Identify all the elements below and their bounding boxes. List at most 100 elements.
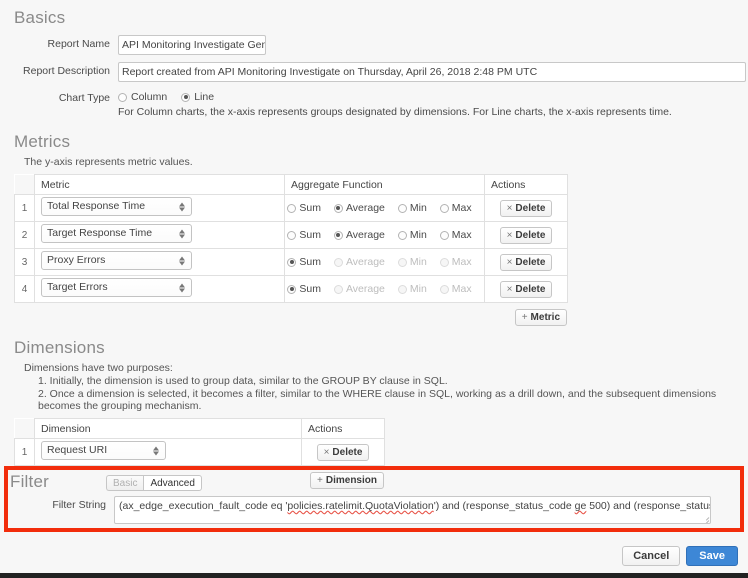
actions-cell: ×Delete bbox=[302, 439, 385, 466]
dimensions-heading: Dimensions bbox=[14, 338, 748, 358]
table-row: 1 Request URI ×Delete bbox=[15, 439, 385, 466]
metric-select-value: Total Response Time bbox=[47, 200, 145, 212]
aggregate-radio-max bbox=[440, 285, 449, 294]
plus-icon: + bbox=[522, 312, 528, 323]
report-description-label: Report Description bbox=[14, 62, 118, 77]
row-index: 1 bbox=[15, 195, 35, 222]
chart-type-radio-column[interactable] bbox=[118, 93, 127, 102]
add-metric-button[interactable]: + Metric bbox=[515, 309, 567, 326]
close-icon: × bbox=[507, 230, 513, 241]
table-row: 2Target Response TimeSumAverageMinMax×De… bbox=[15, 222, 568, 249]
report-description-row: Report Description Report created from A… bbox=[14, 62, 748, 82]
filter-text-part-1: (ax_edge_execution_fault_code eq ' bbox=[119, 500, 287, 512]
delete-metric-button[interactable]: ×Delete bbox=[500, 281, 553, 298]
row-index: 4 bbox=[15, 276, 35, 303]
aggregate-label-max[interactable]: Max bbox=[452, 229, 472, 241]
filter-mode-basic[interactable]: Basic bbox=[106, 475, 143, 491]
actions-cell: ×Delete bbox=[485, 276, 568, 303]
chart-type-label-column[interactable]: Column bbox=[131, 91, 167, 103]
chart-type-radio-group: Column Line bbox=[118, 89, 672, 103]
row-index: 1 bbox=[15, 439, 35, 466]
delete-label: Delete bbox=[515, 203, 545, 214]
report-editor-page: Basics Report Name API Monitoring Invest… bbox=[0, 0, 748, 578]
delete-metric-button[interactable]: ×Delete bbox=[500, 254, 553, 271]
chart-type-row: Chart Type Column Line For Column charts… bbox=[14, 89, 748, 118]
dimensions-body: 1 Request URI ×Delete bbox=[15, 439, 385, 466]
metrics-col-aggregate: Aggregate Function bbox=[285, 175, 485, 195]
metric-select[interactable]: Total Response Time bbox=[41, 197, 192, 216]
aggregate-cell: SumAverageMinMax bbox=[285, 276, 485, 303]
aggregate-radio-sum[interactable] bbox=[287, 258, 296, 267]
report-name-input[interactable]: API Monitoring Investigate General bbox=[118, 35, 266, 55]
dimensions-col-actions: Actions bbox=[302, 419, 385, 439]
table-row: 1 Total Response Time Sum Average Min Max ×Del… bbox=[15, 195, 568, 222]
row-index: 3 bbox=[15, 249, 35, 276]
metric-select[interactable]: Target Errors bbox=[41, 278, 192, 297]
aggregate-label-average[interactable]: Average bbox=[346, 229, 385, 241]
filter-string-textarea[interactable]: (ax_edge_execution_fault_code eq 'polici… bbox=[114, 496, 711, 524]
filter-heading: Filter bbox=[10, 472, 106, 492]
aggregate-radio-max bbox=[440, 258, 449, 267]
metric-select-value: Target Response Time bbox=[47, 227, 152, 239]
dimension-select[interactable]: Request URI bbox=[41, 441, 166, 460]
delete-metric-button[interactable]: ×Delete bbox=[500, 227, 553, 244]
aggregate-radio-min[interactable] bbox=[398, 231, 407, 240]
aggregate-radio-max[interactable] bbox=[440, 231, 449, 240]
metric-select-value: Target Errors bbox=[47, 281, 108, 293]
table-row: 4 Target Errors SumAverageMinMax ×Delete bbox=[15, 276, 568, 303]
chart-type-label: Chart Type bbox=[14, 89, 118, 104]
filter-text-misspelled-2: ge bbox=[575, 500, 587, 512]
table-row: 3 Proxy Errors SumAverageMinMax ×Delete bbox=[15, 249, 568, 276]
chart-type-radio-line[interactable] bbox=[181, 93, 190, 102]
aggregate-label-min[interactable]: Min bbox=[410, 229, 427, 241]
aggregate-label-sum[interactable]: Sum bbox=[299, 202, 321, 214]
aggregate-radio-group: SumAverageMinMax bbox=[285, 283, 484, 295]
save-button[interactable]: Save bbox=[686, 546, 738, 566]
report-description-input[interactable]: Report created from API Monitoring Inves… bbox=[118, 62, 746, 82]
aggregate-label-min: Min bbox=[410, 256, 427, 268]
chart-type-label-line[interactable]: Line bbox=[194, 91, 214, 103]
aggregate-label-max: Max bbox=[452, 283, 472, 295]
metric-cell: Target Errors bbox=[35, 276, 285, 303]
report-name-row: Report Name API Monitoring Investigate G… bbox=[14, 35, 748, 55]
aggregate-radio-sum[interactable] bbox=[287, 285, 296, 294]
metric-select[interactable]: Target Response Time bbox=[41, 224, 192, 243]
dimensions-col-dimension: Dimension bbox=[35, 419, 302, 439]
close-icon: × bbox=[507, 257, 513, 268]
aggregate-radio-max[interactable] bbox=[440, 204, 449, 213]
actions-cell: ×Delete bbox=[485, 249, 568, 276]
metrics-section: Metrics The y-axis represents metric val… bbox=[0, 118, 748, 326]
aggregate-label-min[interactable]: Min bbox=[410, 202, 427, 214]
metric-cell: Target Response Time bbox=[35, 222, 285, 249]
actions-cell: ×Delete bbox=[485, 222, 568, 249]
aggregate-radio-sum[interactable] bbox=[287, 231, 296, 240]
metric-select[interactable]: Proxy Errors bbox=[41, 251, 192, 270]
metrics-heading: Metrics bbox=[14, 132, 748, 152]
dimensions-table: Dimension Actions 1 Request URI ×Delete bbox=[14, 418, 385, 466]
aggregate-cell: SumAverageMinMax bbox=[285, 249, 485, 276]
aggregate-label-average[interactable]: Average bbox=[346, 202, 385, 214]
aggregate-label-sum[interactable]: Sum bbox=[299, 229, 321, 241]
aggregate-label-sum[interactable]: Sum bbox=[299, 256, 321, 268]
dimensions-section: Dimensions Dimensions have two purposes:… bbox=[0, 326, 748, 489]
aggregate-radio-group: SumAverageMinMax bbox=[285, 256, 484, 268]
filter-mode-advanced[interactable]: Advanced bbox=[143, 475, 201, 491]
aggregate-radio-sum[interactable] bbox=[287, 204, 296, 213]
basics-section: Basics Report Name API Monitoring Invest… bbox=[0, 0, 748, 118]
delete-dimension-button[interactable]: ×Delete bbox=[317, 444, 370, 461]
delete-label: Delete bbox=[515, 230, 545, 241]
filter-string-label: Filter String bbox=[10, 496, 114, 511]
cancel-button[interactable]: Cancel bbox=[622, 546, 680, 566]
dimensions-index-header bbox=[15, 419, 35, 439]
delete-metric-button[interactable]: ×Delete bbox=[500, 200, 553, 217]
aggregate-radio-average[interactable] bbox=[334, 231, 343, 240]
aggregate-label-max[interactable]: Max bbox=[452, 202, 472, 214]
aggregate-radio-min[interactable] bbox=[398, 204, 407, 213]
close-icon: × bbox=[507, 203, 513, 214]
close-icon: × bbox=[507, 284, 513, 295]
resize-handle-icon[interactable] bbox=[701, 514, 709, 522]
aggregate-label-sum[interactable]: Sum bbox=[299, 283, 321, 295]
basics-heading: Basics bbox=[14, 8, 748, 28]
aggregate-radio-average[interactable] bbox=[334, 204, 343, 213]
metrics-index-header bbox=[15, 175, 35, 195]
